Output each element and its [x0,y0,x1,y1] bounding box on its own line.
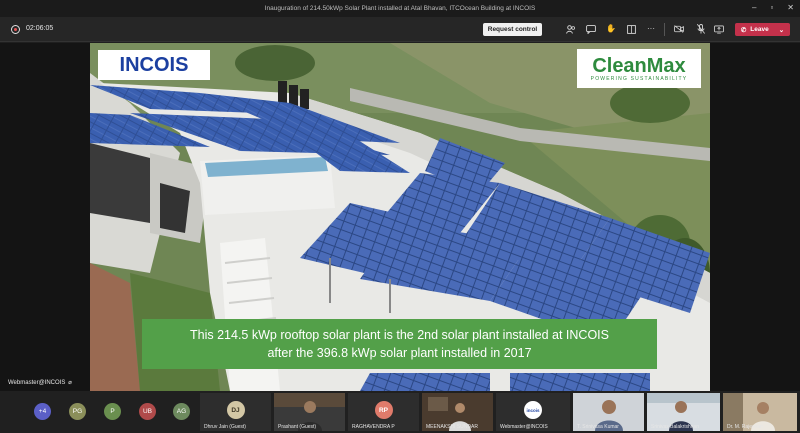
cleanmax-logo: CleanMax POWERING SUSTAINABILITY [577,49,701,88]
participant-tile[interactable]: Srinivas Balakrishnan [647,393,720,431]
participant-name: T. Srinivasa Kumar [577,424,619,430]
meeting-timer: 02:06:05 [26,25,54,32]
close-icon[interactable]: ✕ [787,3,794,12]
incois-logo: INCOIS [98,50,210,80]
participant-tile[interactable]: incois Webmaster@INCOIS [496,393,570,431]
participant-name: Srinivas Balakrishnan [651,424,700,430]
caption-line-1: This 214.5 kWp rooftop solar plant is th… [190,328,609,342]
mic-off-icon: ⌀ [67,380,72,386]
chat-icon[interactable] [586,24,596,34]
more-icon[interactable]: ··· [646,24,656,34]
participant-avatar[interactable]: PG [69,403,86,420]
participants-strip: +4 PG P UB AG DJ Dhruv Jain (Guest) Pras… [0,391,800,433]
leave-label: Leave [750,26,769,33]
minimize-icon[interactable]: – [752,3,756,12]
share-icon[interactable] [714,24,724,34]
participant-name: Dr. M. Rajeevan [727,424,763,430]
participant-name: Webmaster@INCOIS [500,424,548,430]
raise-hand-icon[interactable]: ✋ [606,24,616,34]
maximize-icon[interactable]: ▫ [770,3,773,12]
participant-avatar[interactable]: P [104,403,121,420]
shared-screen-stage: INCOIS CleanMax POWERING SUSTAINABILITY … [0,43,800,391]
participant-name: Prashant (Guest) [278,424,317,430]
caption-line-2: after the 396.8 kWp solar plant installe… [267,346,532,360]
request-control-button[interactable]: Request control [483,23,542,36]
people-icon[interactable] [566,24,576,34]
leave-button[interactable]: ✆ Leave ⌄ [735,23,790,36]
window-titlebar: Inauguration of 214.50kWp Solar Plant in… [0,0,800,17]
participant-avatar[interactable]: UB [139,403,156,420]
video-caption: This 214.5 kWp rooftop solar plant is th… [142,319,657,369]
participant-tile[interactable]: MEENAKSHI SUNDAR [422,393,493,431]
participant-tile[interactable]: Dr. M. Rajeevan [723,393,797,431]
participant-tile[interactable]: T. Srinivasa Kumar [573,393,644,431]
participant-name: Dhruv Jain (Guest) [204,424,246,430]
window-title: Inauguration of 214.50kWp Solar Plant in… [264,5,536,12]
overflow-participants-button[interactable]: +4 [34,403,51,420]
shared-video: INCOIS CleanMax POWERING SUSTAINABILITY … [90,43,710,391]
participant-name: MEENAKSHI SUNDAR [426,424,478,430]
recording-icon [11,25,20,34]
phone-hangup-icon: ✆ [740,26,747,34]
cleanmax-logo-tagline: POWERING SUSTAINABILITY [590,75,688,82]
meeting-toolbar: 02:06:05 Request control ✋ ··· ✆ Leave ⌄ [0,17,800,42]
camera-icon[interactable] [674,24,684,34]
participant-initials: RP [374,401,393,419]
participant-name: RAGHAVENDRA P [352,424,395,430]
participant-initials: DJ [226,401,245,419]
participant-tile[interactable]: DJ Dhruv Jain (Guest) [200,393,271,431]
rooms-icon[interactable] [626,24,636,34]
window-controls: – ▫ ✕ [752,3,794,12]
toolbar-divider [664,23,665,36]
chevron-down-icon[interactable]: ⌄ [779,26,784,34]
presenter-label: Webmaster@INCOIS ⌀ [8,380,72,386]
cleanmax-logo-name: CleanMax [592,54,686,77]
mic-icon[interactable] [696,24,706,34]
incois-avatar-logo: incois [524,401,542,419]
participant-tile[interactable]: RP RAGHAVENDRA P [348,393,419,431]
participant-tile[interactable]: Prashant (Guest) [274,393,345,431]
participant-avatar[interactable]: AG [173,403,190,420]
